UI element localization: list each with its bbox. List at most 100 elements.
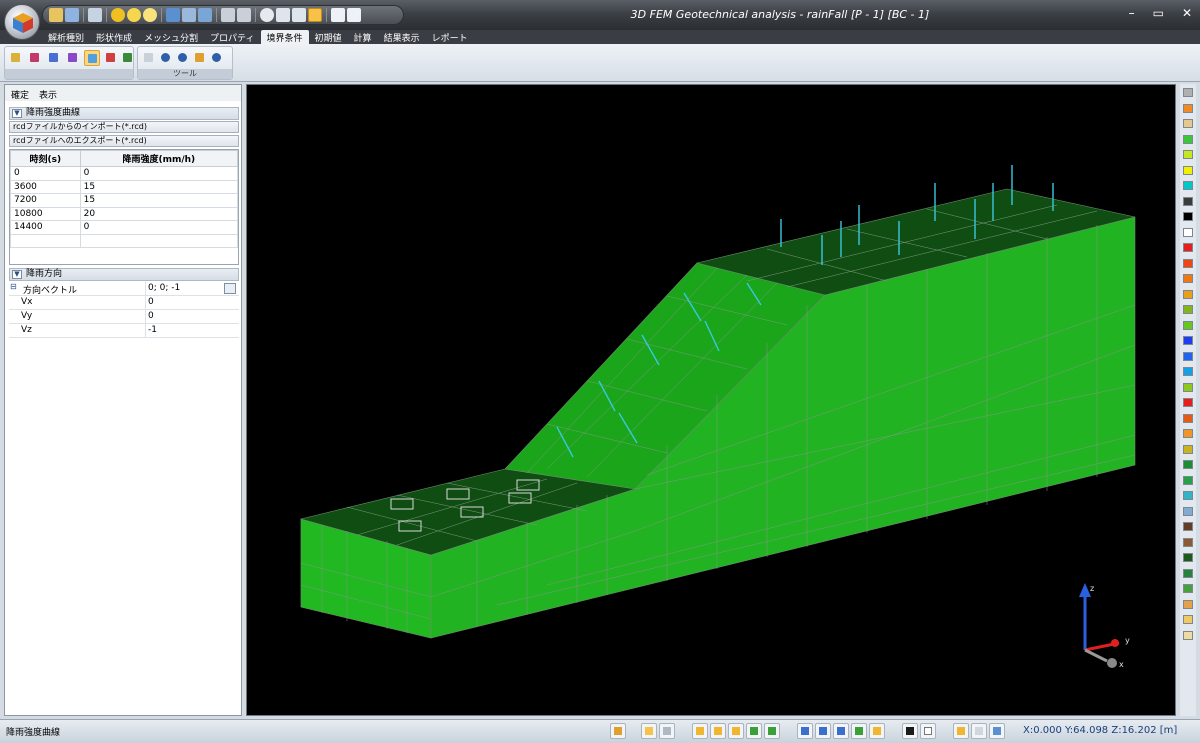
color-swatch[interactable] (1183, 367, 1193, 376)
color-swatch[interactable] (1183, 305, 1193, 314)
table-row[interactable]: 0 0 (10, 166, 239, 181)
select-node-icon[interactable] (797, 723, 813, 739)
tab-initial-values[interactable]: 初期値 (309, 30, 348, 44)
color-swatch[interactable] (1183, 212, 1193, 221)
light-1-icon[interactable] (111, 8, 125, 22)
color-swatch[interactable] (1183, 475, 1193, 485)
color-swatch[interactable] (1183, 584, 1193, 593)
tab-report[interactable]: レポート (426, 30, 474, 44)
color-swatch[interactable] (1183, 491, 1193, 500)
time-cell[interactable]: 3600 (10, 179, 81, 194)
bc-graph-button[interactable] (120, 50, 136, 66)
screenshot-icon[interactable] (237, 8, 251, 22)
tab-results[interactable]: 結果表示 (378, 30, 426, 44)
help-icon[interactable] (209, 50, 225, 66)
table-empty-row[interactable] (10, 233, 239, 248)
bc-temperature-button[interactable] (103, 50, 119, 66)
color-swatch[interactable] (1183, 227, 1193, 237)
render-mode-icon[interactable] (198, 8, 212, 22)
color-swatch[interactable] (1183, 615, 1193, 624)
intensity-cell[interactable]: 15 (79, 193, 239, 208)
vz-row[interactable]: Vz -1 (9, 324, 239, 338)
color-swatch[interactable] (1183, 320, 1193, 330)
display-white-icon[interactable] (920, 723, 936, 739)
light-3-icon[interactable] (143, 8, 157, 22)
undo-icon[interactable] (158, 50, 174, 66)
zoom-icon[interactable] (260, 8, 274, 22)
color-swatch[interactable] (1183, 506, 1193, 516)
intensity-cell[interactable]: 20 (79, 206, 239, 221)
mesh-view-icon[interactable] (659, 723, 675, 739)
export-icon[interactable] (192, 50, 208, 66)
tab-boundary-conditions[interactable]: 境界条件 (260, 30, 309, 44)
3d-viewport[interactable]: z y x (246, 84, 1176, 716)
time-cell[interactable]: 10800 (10, 206, 81, 221)
color-swatch[interactable] (1183, 630, 1193, 640)
color-swatch[interactable] (1183, 460, 1193, 469)
tab-analysis-type[interactable]: 解析種別 (42, 30, 90, 44)
time-cell[interactable]: 7200 (10, 193, 81, 208)
intensity-cell[interactable]: 0 (79, 166, 239, 181)
select-body-icon[interactable] (851, 723, 867, 739)
zoom-fit-icon[interactable] (276, 8, 290, 22)
view-mode-icon[interactable] (182, 8, 196, 22)
confirm-menu[interactable]: 確定 (11, 88, 29, 101)
color-swatch[interactable] (1183, 196, 1193, 206)
pick-cursor-icon[interactable] (347, 8, 361, 22)
color-swatch[interactable] (1183, 537, 1193, 547)
redo-icon[interactable] (175, 50, 191, 66)
color-swatch[interactable] (1183, 134, 1193, 144)
color-swatch[interactable] (1183, 181, 1193, 190)
time-cell[interactable]: 0 (10, 166, 81, 181)
bc-seepage-button[interactable] (65, 50, 81, 66)
monitor-icon[interactable] (989, 723, 1005, 739)
color-swatch[interactable] (1183, 522, 1193, 531)
bc-rainfall-button[interactable] (84, 50, 100, 66)
direction-vector-row[interactable]: ⊟ 方向ベクトル 0; 0; -1 (9, 282, 239, 296)
direction-vector-value[interactable]: 0; 0; -1 (148, 283, 180, 293)
bc-load-button[interactable] (27, 50, 43, 66)
color-swatch[interactable] (1183, 444, 1193, 454)
view-box-icon[interactable] (166, 8, 180, 22)
rain-direction-section-header[interactable]: ▼ 降雨方向 (9, 268, 239, 281)
bc-displacement-button[interactable] (8, 50, 24, 66)
display-black-icon[interactable] (902, 723, 918, 739)
tab-calculation[interactable]: 計算 (348, 30, 378, 44)
rotate-icon[interactable] (308, 8, 322, 22)
color-swatch[interactable] (1183, 243, 1193, 252)
color-swatch[interactable] (1183, 382, 1193, 392)
table-row[interactable]: 14400 0 (10, 220, 239, 235)
select-element-icon[interactable] (815, 723, 831, 739)
color-swatch[interactable] (1183, 103, 1193, 113)
light-2-icon[interactable] (127, 8, 141, 22)
color-swatch[interactable] (1183, 274, 1193, 283)
color-swatch[interactable] (1183, 289, 1193, 299)
bc-water-button[interactable] (46, 50, 62, 66)
vx-row[interactable]: Vx 0 (9, 296, 239, 310)
snap-point-icon[interactable] (692, 723, 708, 739)
camera-icon[interactable] (221, 8, 235, 22)
color-swatch[interactable] (1183, 258, 1193, 268)
layer-icon[interactable] (641, 723, 657, 739)
color-swatch[interactable] (1183, 398, 1193, 407)
tab-mesh[interactable]: メッシュ分割 (138, 30, 204, 44)
pan-icon[interactable] (292, 8, 306, 22)
open-icon[interactable] (49, 8, 63, 22)
vx-value[interactable]: 0 (148, 297, 154, 307)
snap-face-icon[interactable] (746, 723, 762, 739)
intensity-cell[interactable]: 15 (79, 179, 239, 194)
select-box-icon[interactable] (869, 723, 885, 739)
grid-view-icon[interactable] (610, 723, 626, 739)
rain-curve-section-header[interactable]: ▼ 降雨強度曲線 (9, 107, 239, 120)
color-swatch[interactable] (1183, 429, 1193, 438)
pick-direction-button[interactable] (224, 283, 236, 294)
save-icon[interactable] (65, 8, 79, 22)
view-menu[interactable]: 表示 (39, 88, 57, 101)
color-swatch[interactable] (1183, 553, 1193, 562)
intensity-cell[interactable]: 0 (79, 220, 239, 235)
color-swatch[interactable] (1183, 150, 1193, 159)
color-swatch[interactable] (1183, 336, 1193, 345)
color-swatch[interactable] (1183, 599, 1193, 609)
vy-row[interactable]: Vy 0 (9, 310, 239, 324)
time-cell[interactable]: 14400 (10, 220, 81, 235)
